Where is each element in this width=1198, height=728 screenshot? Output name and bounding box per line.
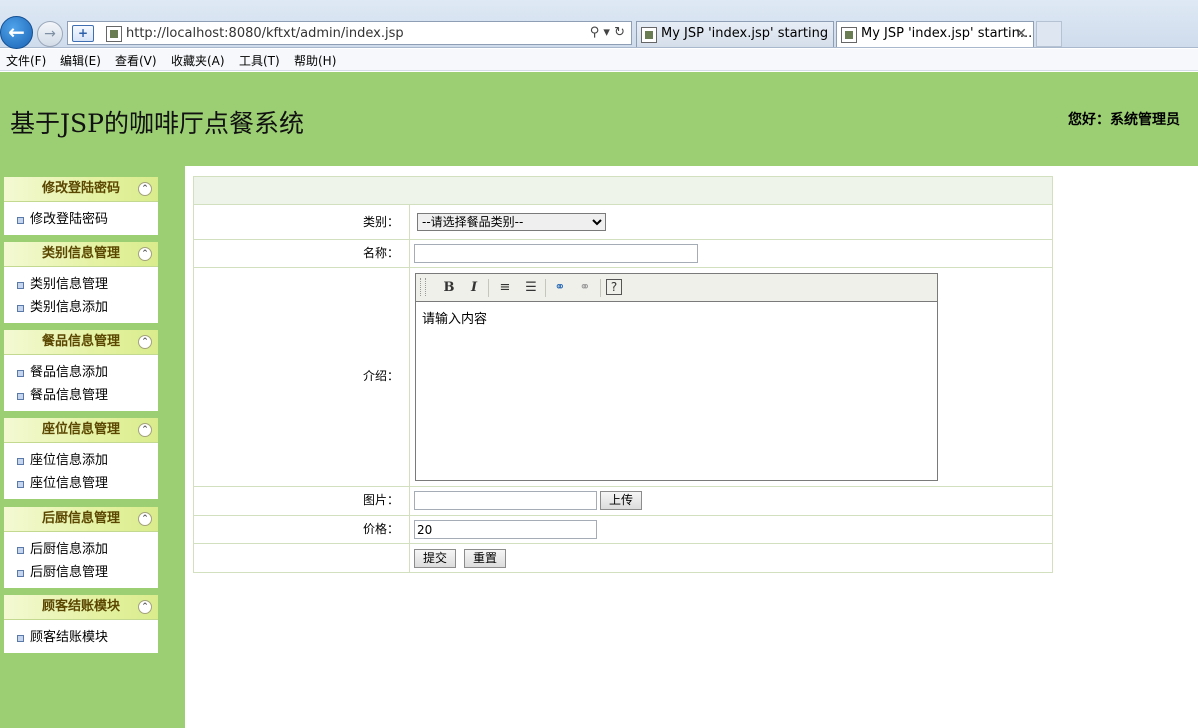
toolbar-separator (600, 279, 601, 297)
menu-favorites[interactable]: 收藏夹(A) (171, 52, 225, 69)
address-bar[interactable]: + http://localhost:8080/kftxt/admin/inde… (67, 21, 632, 45)
sidebar-item-kitchen-add[interactable]: 后厨信息添加 (4, 538, 158, 561)
search-refresh-icon[interactable]: ⚲ ▾ ↻ (590, 25, 625, 40)
back-button[interactable]: ← (0, 16, 33, 49)
page-favicon-icon (106, 26, 122, 42)
type-label: 类别： (194, 205, 410, 239)
panel-header[interactable]: 座位信息管理 ⌃ (4, 418, 158, 443)
tab-favicon-icon (641, 27, 657, 43)
price-label: 价格： (194, 516, 410, 543)
collapse-icon[interactable]: ⌃ (138, 182, 152, 196)
sidebar-panel-seat: 座位信息管理 ⌃ 座位信息添加 座位信息管理 (4, 418, 158, 499)
url-text[interactable]: http://localhost:8080/kftxt/admin/index.… (126, 26, 404, 41)
help-icon[interactable]: ? (606, 279, 622, 295)
intro-label: 介绍： (194, 268, 410, 486)
site-compat-icon[interactable]: + (72, 25, 94, 42)
toolbar-separator (488, 279, 489, 297)
menu-bar: 文件(F) 编辑(E) 查看(V) 收藏夹(A) 工具(T) 帮助(H) (0, 49, 1198, 71)
insert-link-icon[interactable]: ⚭ (551, 279, 569, 297)
form-header (194, 177, 1052, 205)
submit-button[interactable]: 提交 (414, 549, 457, 568)
close-tab-icon[interactable]: ✕ (1015, 22, 1027, 46)
sidebar-item-category-manage[interactable]: 类别信息管理 (4, 273, 158, 296)
category-select[interactable]: --请选择餐品类别-- (417, 213, 606, 231)
name-input[interactable] (414, 244, 698, 263)
new-tab-button[interactable] (1036, 21, 1062, 47)
actions-label-cell (194, 544, 410, 572)
collapse-icon[interactable]: ⌃ (138, 600, 152, 614)
collapse-icon[interactable]: ⌃ (138, 423, 152, 437)
menu-view[interactable]: 查看(V) (115, 52, 157, 69)
sidebar-item-kitchen-manage[interactable]: 后厨信息管理 (4, 561, 158, 584)
form-row-actions: 提交 重置 (194, 544, 1052, 572)
menu-file[interactable]: 文件(F) (6, 52, 46, 69)
panel-header[interactable]: 餐品信息管理 ⌃ (4, 330, 158, 355)
browser-chrome: ← → + http://localhost:8080/kftxt/admin/… (0, 0, 1198, 49)
sidebar-item-dish-manage[interactable]: 餐品信息管理 (4, 384, 158, 407)
sidebar-item-seat-add[interactable]: 座位信息添加 (4, 449, 158, 472)
sidebar-panel-dish: 餐品信息管理 ⌃ 餐品信息添加 餐品信息管理 (4, 330, 158, 411)
collapse-icon[interactable]: ⌃ (138, 335, 152, 349)
forward-button[interactable]: → (37, 21, 63, 47)
sidebar-item-dish-add[interactable]: 餐品信息添加 (4, 361, 158, 384)
sidebar-item-category-add[interactable]: 类别信息添加 (4, 296, 158, 319)
italic-icon[interactable]: I (465, 279, 483, 297)
rich-text-editor: B I ≡ ☰ ⚭ ⚭ ? 请输入内容 (415, 273, 938, 481)
form-row-image: 图片： 上传 (194, 487, 1052, 516)
toolbar-grip (420, 278, 426, 296)
upload-button[interactable]: 上传 (600, 491, 643, 510)
name-label: 名称： (194, 240, 410, 267)
tab-label: My JSP 'index.jsp' startin... (861, 26, 1033, 41)
editor-toolbar: B I ≡ ☰ ⚭ ⚭ ? (416, 274, 937, 302)
image-path-input[interactable] (414, 491, 597, 510)
bold-icon[interactable]: B (440, 279, 458, 297)
tab-favicon-icon (841, 27, 857, 43)
sidebar-panel-kitchen: 后厨信息管理 ⌃ 后厨信息添加 后厨信息管理 (4, 507, 158, 588)
sidebar-panel-password: 修改登陆密码 ⌃ 修改登陆密码 (4, 177, 158, 235)
sidebar-item-seat-manage[interactable]: 座位信息管理 (4, 472, 158, 495)
reset-button[interactable]: 重置 (464, 549, 507, 568)
sidebar-panel-category: 类别信息管理 ⌃ 类别信息管理 类别信息添加 (4, 242, 158, 323)
form-row-type: 类别： --请选择餐品类别-- (194, 205, 1052, 240)
toolbar-separator (545, 279, 546, 297)
menu-edit[interactable]: 编辑(E) (60, 52, 101, 69)
panel-header[interactable]: 类别信息管理 ⌃ (4, 242, 158, 267)
sidebar-panel-checkout: 顾客结账模块 ⌃ 顾客结账模块 (4, 595, 158, 653)
collapse-icon[interactable]: ⌃ (138, 512, 152, 526)
bullet-list-icon[interactable]: ☰ (522, 279, 540, 297)
sidebar-item-checkout[interactable]: 顾客结账模块 (4, 626, 158, 649)
menu-tools[interactable]: 工具(T) (239, 52, 280, 69)
sidebar-item-change-password[interactable]: 修改登陆密码 (4, 208, 158, 231)
dish-form: 类别： --请选择餐品类别-- 名称： 介绍： B I ≡ ☰ ⚭ ⚭ ? 请输… (193, 176, 1053, 573)
panel-header[interactable]: 顾客结账模块 ⌃ (4, 595, 158, 620)
site-title: 基于JSP的咖啡厅点餐系统 (10, 109, 304, 138)
user-greeting: 您好：系统管理员 (1068, 112, 1180, 128)
panel-header[interactable]: 后厨信息管理 ⌃ (4, 507, 158, 532)
image-label: 图片： (194, 487, 410, 515)
form-row-name: 名称： (194, 240, 1052, 268)
editor-content[interactable]: 请输入内容 (416, 302, 937, 333)
form-row-price: 价格： (194, 516, 1052, 544)
collapse-icon[interactable]: ⌃ (138, 247, 152, 261)
browser-tab-2[interactable]: My JSP 'index.jsp' startin... ✕ (836, 21, 1034, 47)
price-input[interactable] (414, 520, 597, 539)
remove-link-icon[interactable]: ⚭ (576, 279, 594, 297)
tab-label: My JSP 'index.jsp' starting p... (661, 26, 834, 41)
numbered-list-icon[interactable]: ≡ (496, 279, 514, 297)
form-row-intro: 介绍： B I ≡ ☰ ⚭ ⚭ ? 请输入内容 (194, 268, 1052, 487)
browser-tab-1[interactable]: My JSP 'index.jsp' starting p... (636, 21, 834, 47)
page-header: 基于JSP的咖啡厅点餐系统 您好：系统管理员 (0, 72, 1198, 166)
menu-help[interactable]: 帮助(H) (294, 52, 336, 69)
panel-header[interactable]: 修改登陆密码 ⌃ (4, 177, 158, 202)
